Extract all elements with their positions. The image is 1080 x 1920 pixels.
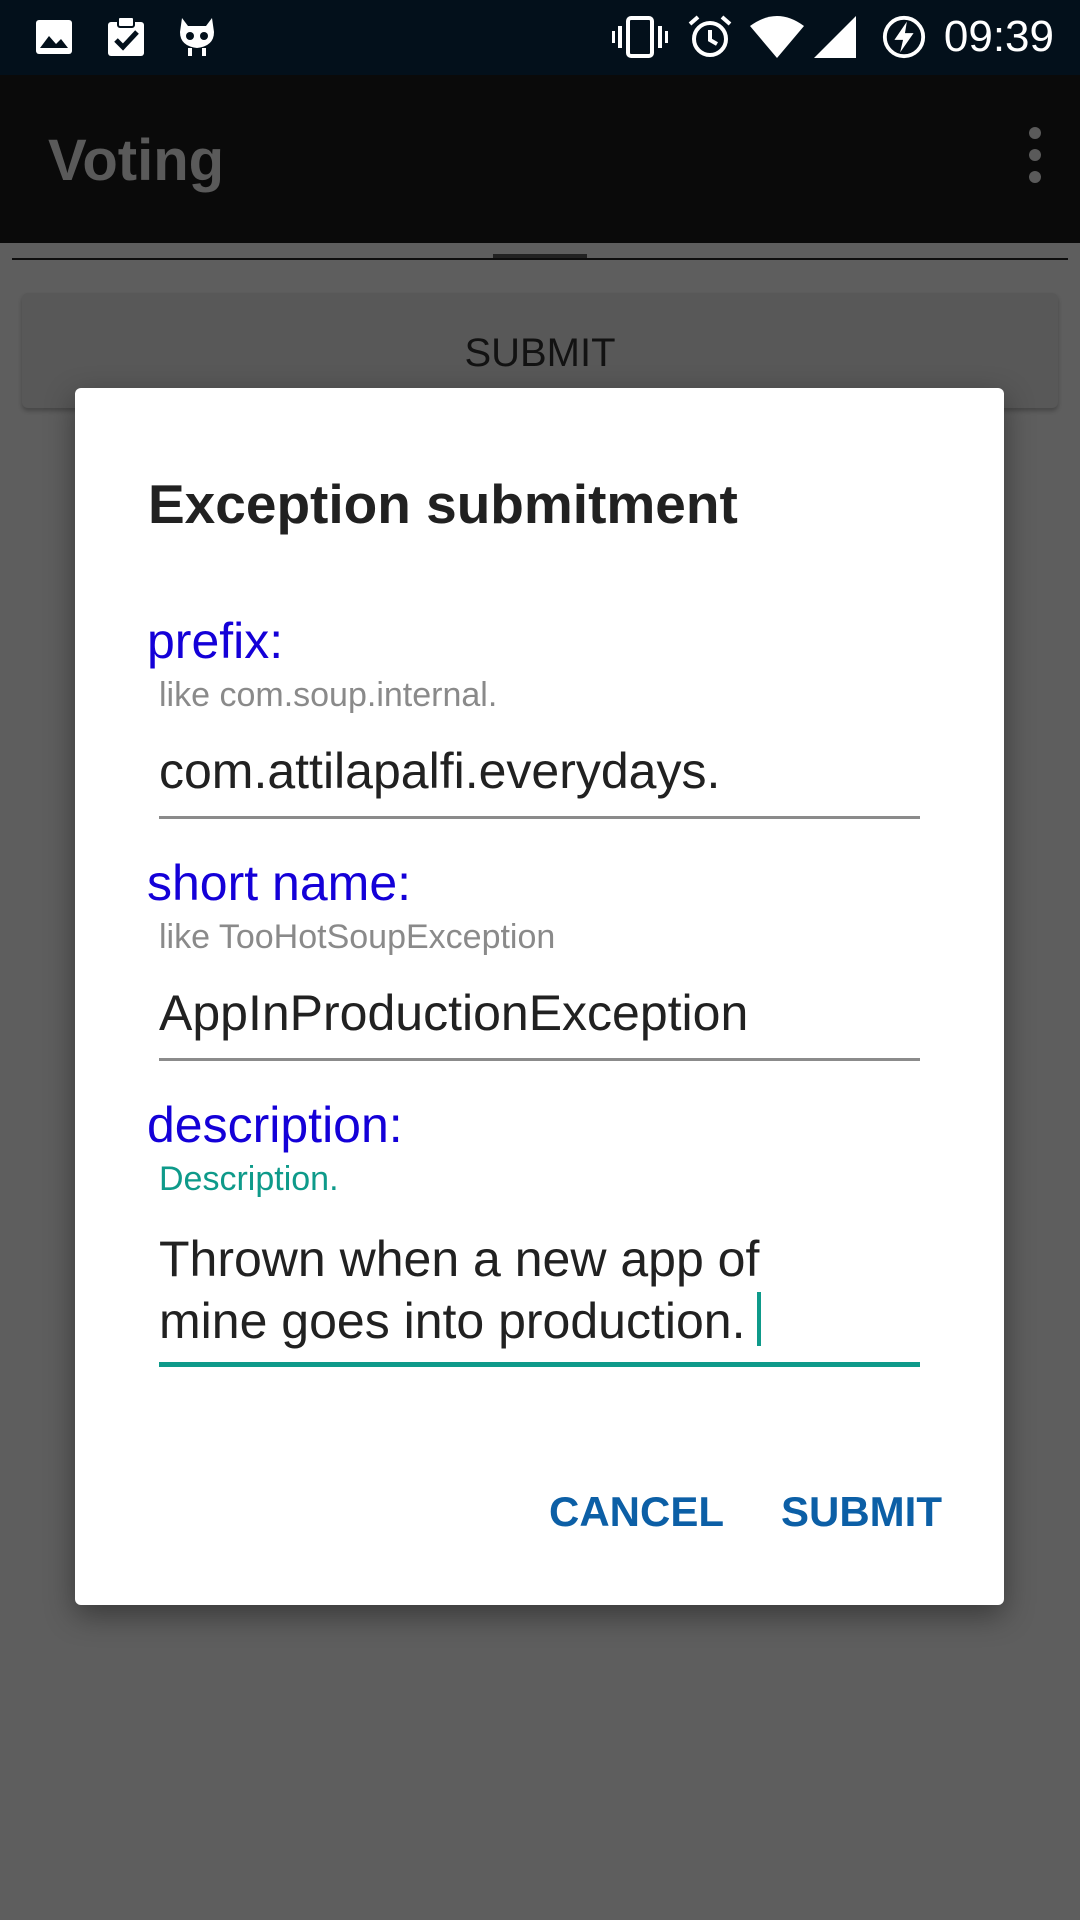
battery-charging-icon [882, 15, 926, 59]
short-name-input[interactable]: AppInProductionException [159, 982, 920, 1061]
image-icon [36, 20, 72, 54]
dialog-title: Exception submitment [148, 473, 738, 535]
exception-dialog: Exception submitment prefix: like com.so… [75, 388, 1004, 1605]
prefix-label: prefix: [147, 613, 284, 669]
description-hint: Description. [159, 1160, 339, 1198]
cyanogen-mod-icon [180, 18, 214, 56]
description-line-2: mine goes into production. [159, 1293, 746, 1349]
signal-icon [814, 16, 856, 58]
alarm-icon [688, 15, 732, 57]
short-name-label: short name: [147, 855, 412, 911]
vibrate-icon [612, 16, 668, 58]
tab-divider [12, 258, 1068, 260]
status-bar: 09:39 [0, 0, 1080, 75]
submit-button[interactable]: SUBMIT [781, 1488, 942, 1536]
description-label: description: [147, 1097, 403, 1153]
app-bar: Voting [0, 75, 1080, 243]
short-name-hint: like TooHotSoupException [159, 918, 556, 956]
prefix-input-value: com.attilapalfi.everydays. [159, 743, 721, 799]
app-title: Voting [48, 128, 225, 193]
cancel-button[interactable]: CANCEL [549, 1488, 724, 1536]
overflow-menu-icon[interactable] [1020, 127, 1050, 187]
description-line-1: Thrown when a new app of [159, 1231, 760, 1287]
clipboard-check-icon [108, 16, 144, 56]
prefix-hint: like com.soup.internal. [159, 676, 498, 714]
tab-indicator [493, 254, 587, 258]
status-time: 09:39 [943, 12, 1054, 61]
wifi-icon [750, 16, 804, 58]
description-input[interactable]: Thrown when a new app of mine goes into … [159, 1228, 920, 1367]
background-submit-label: SUBMIT [464, 331, 616, 375]
text-caret [757, 1292, 762, 1346]
short-name-input-value: AppInProductionException [159, 985, 749, 1041]
prefix-input[interactable]: com.attilapalfi.everydays. [159, 740, 920, 819]
